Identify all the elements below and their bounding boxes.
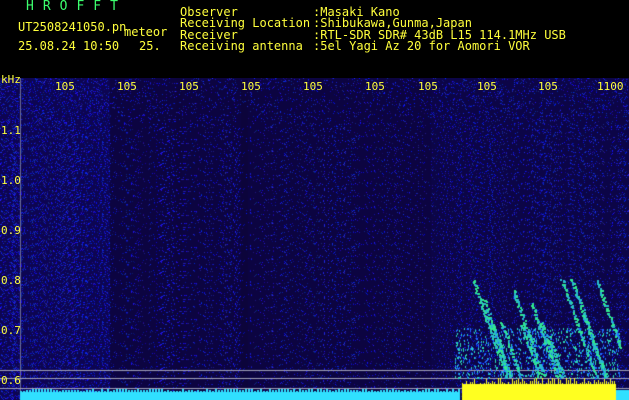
datetime-extra: 25. <box>139 39 161 53</box>
x-tick-label: 105 <box>55 80 75 93</box>
x-tick-label: 105 <box>303 80 323 93</box>
y-unit-label: kHz <box>1 73 21 86</box>
spectrogram-canvas <box>0 78 629 400</box>
y-tick-label: 0.8 <box>1 274 21 287</box>
x-tick-label: 105 <box>418 80 438 93</box>
datetime-label: 25.08.24 10:50 <box>18 39 120 53</box>
x-tick-label: 105 <box>538 80 558 93</box>
y-tick-label: 0.9 <box>1 224 21 237</box>
filename-label: UT2508241050.pn <box>18 20 127 34</box>
x-tick-label: 1100 <box>597 80 624 93</box>
mode-label: meteor <box>124 25 168 39</box>
y-tick-label: 1.0 <box>1 174 21 187</box>
y-tick-label: 0.6 <box>1 374 21 387</box>
app-logo: HROFFT <box>26 0 127 14</box>
x-tick-label: 105 <box>241 80 261 93</box>
x-tick-label: 105 <box>117 80 137 93</box>
antenna-label: Receiving antenna <box>180 39 303 53</box>
y-tick-label: 1.1 <box>1 124 21 137</box>
x-tick-label: 105 <box>365 80 385 93</box>
x-tick-label: 105 <box>179 80 199 93</box>
antenna-value: :5el Yagi Az 20 for Aomori VOR <box>313 39 530 53</box>
y-tick-label: 0.7 <box>1 324 21 337</box>
header-panel: HROFFT UT2508241050.pn meteor 25.08.24 1… <box>0 0 629 78</box>
x-tick-label: 105 <box>477 80 497 93</box>
